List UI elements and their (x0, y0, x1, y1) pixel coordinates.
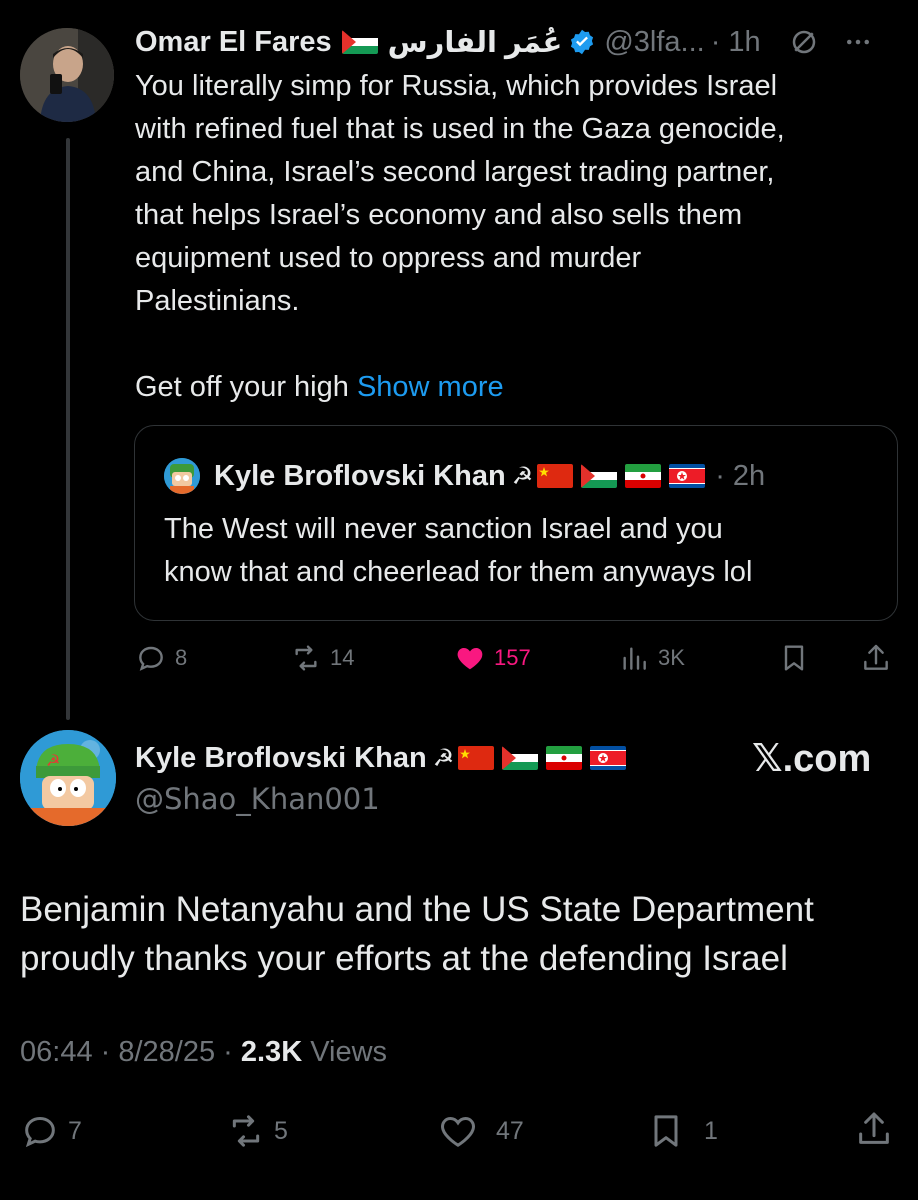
repost-icon (295, 645, 317, 671)
repost-action[interactable]: 5 (226, 1111, 288, 1151)
thread-connector (66, 138, 70, 720)
north-korea-flag-icon (669, 464, 706, 488)
tweet1-header: Omar El Fares عُمَر الفارس @3lfa... · 1h (135, 22, 873, 62)
tweet1-time[interactable]: · 1h (711, 26, 761, 59)
quoted-time: · 2h (715, 459, 766, 492)
share-action[interactable] (854, 1109, 894, 1149)
reply-action[interactable]: 8 (135, 642, 187, 674)
tweet1-body: You literally simp for Russia, which pro… (135, 65, 895, 409)
reply-count: 7 (68, 1116, 82, 1145)
bookmark-icon (784, 645, 804, 671)
hammer-sickle-icon: ☭ (432, 744, 455, 772)
bookmark-action[interactable] (778, 642, 810, 674)
china-flag-icon (458, 746, 495, 770)
tweet1-arabic-name[interactable]: عُمَر الفارس (388, 25, 563, 60)
tweet2-handle[interactable]: @Shao_Khan001 (135, 782, 380, 816)
tweet1-author-name[interactable]: Omar El Fares (135, 26, 332, 59)
show-more-link[interactable]: Show more (357, 371, 504, 403)
like-icon (457, 648, 483, 670)
repost-icon (232, 1115, 260, 1147)
like-action[interactable]: 157 (454, 642, 531, 674)
reply-action[interactable]: 7 (20, 1111, 82, 1151)
quoted-avatar (164, 458, 200, 494)
views-action[interactable]: 3K (618, 642, 685, 674)
palestine-flag-icon (341, 30, 378, 54)
like-count: 47 (496, 1116, 524, 1145)
north-korea-flag-icon (590, 746, 627, 770)
palestine-flag-icon (581, 464, 618, 488)
tweet2-body: Benjamin Netanyahu and the US State Depa… (20, 890, 814, 978)
bookmark-action[interactable]: 1 (646, 1111, 718, 1151)
tweet2-author-name[interactable]: Kyle Broflovski Khan (135, 742, 427, 775)
share-icon (859, 1112, 889, 1144)
bookmark-icon (654, 1115, 678, 1147)
tweet1-text: You literally simp for Russia, which pro… (135, 70, 785, 403)
share-action[interactable] (860, 642, 892, 674)
tweet2-views-count: 2.3K (240, 1036, 303, 1068)
reply-count: 8 (175, 645, 188, 670)
tweet2-views-label: Views (302, 1036, 388, 1068)
china-flag-icon (537, 464, 574, 488)
bookmark-count: 1 (704, 1116, 718, 1145)
share-icon (864, 644, 888, 670)
quoted-tweet-header: Kyle Broflovski Khan ☭ · 2h (214, 456, 765, 496)
svg-text:☭: ☭ (46, 751, 60, 770)
tweet2-timestamp[interactable]: 06:44 · 8/28/25 · (20, 1036, 241, 1068)
views-icon (623, 647, 646, 670)
verified-icon (571, 29, 594, 55)
like-icon (441, 1116, 475, 1147)
like-action[interactable]: 47 (438, 1111, 524, 1151)
iran-flag-icon (546, 746, 583, 770)
hammer-sickle-icon: ☭ (511, 462, 534, 490)
avatar-kyle[interactable]: ☭ (20, 730, 116, 826)
xcom-brand: 𝕏.com (752, 738, 872, 780)
palestine-flag-icon (502, 746, 539, 770)
quoted-author-name: Kyle Broflovski Khan (214, 459, 506, 492)
repost-count: 5 (274, 1116, 288, 1145)
mute-icon[interactable] (789, 27, 819, 57)
reply-icon (139, 646, 163, 671)
like-count: 157 (494, 645, 531, 670)
tweet2-header: Kyle Broflovski Khan ☭ (135, 737, 630, 779)
iran-flag-icon (625, 464, 662, 488)
reply-icon (25, 1116, 55, 1148)
quoted-tweet-body: The West will never sanction Israel and … (164, 513, 753, 588)
avatar-omar[interactable] (20, 28, 114, 122)
tweet2-meta: 06:44 · 8/28/25 · 2.3K Views (20, 1036, 387, 1069)
more-icon[interactable] (843, 27, 873, 57)
views-count: 3K (658, 645, 685, 670)
tweet1-handle[interactable]: @3lfa... (604, 26, 704, 59)
repost-count: 14 (330, 645, 355, 670)
repost-action[interactable]: 14 (290, 642, 354, 674)
